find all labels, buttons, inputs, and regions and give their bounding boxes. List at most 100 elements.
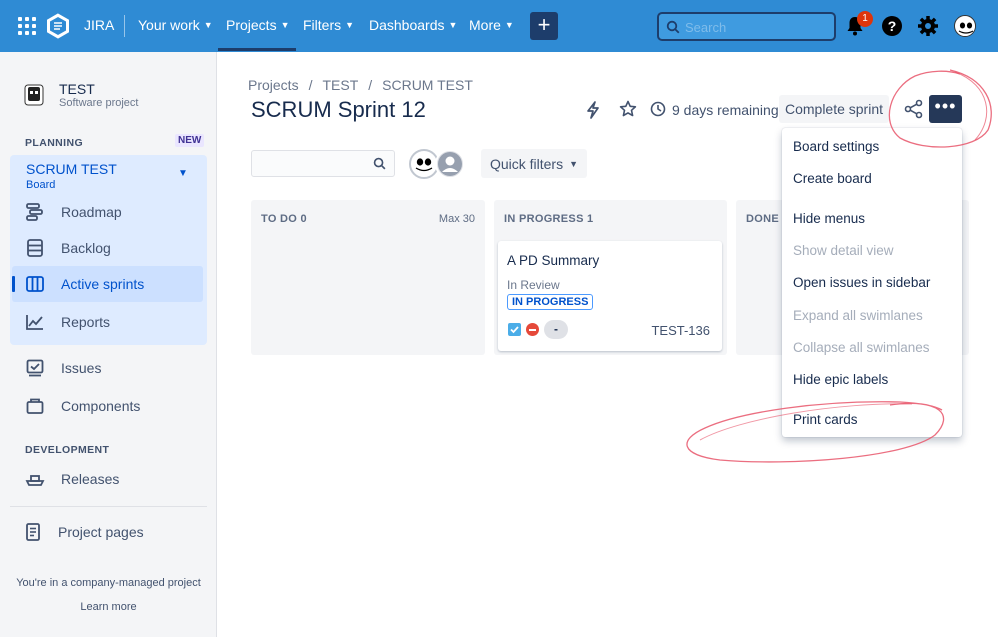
board-name[interactable]: SCRUM TEST: [26, 161, 117, 177]
task-type-icon: [508, 323, 521, 336]
sidebar-item-issues[interactable]: Issues: [25, 354, 101, 382]
breadcrumb-separator: /: [368, 77, 373, 93]
search-box[interactable]: [657, 12, 836, 41]
menu-item-create-board[interactable]: Create board: [793, 171, 872, 186]
more-actions-button[interactable]: •••: [929, 95, 962, 123]
menu-item-board-settings[interactable]: Board settings: [793, 139, 879, 154]
app-name[interactable]: JIRA: [84, 17, 114, 33]
top-navigation: JIRA Your work ▼ Projects ▼ Filters ▼ Dashb…: [0, 0, 998, 52]
breadcrumb-test[interactable]: TEST: [322, 77, 358, 93]
components-icon: [26, 398, 44, 414]
menu-item-hide-epic-labels[interactable]: Hide epic labels: [793, 372, 888, 387]
project-pages-icon: [26, 523, 40, 541]
jira-logo-icon[interactable]: [46, 13, 70, 39]
chevron-down-icon: ▼: [280, 20, 290, 30]
sidebar-item-releases-label: Releases: [61, 471, 120, 487]
project-name[interactable]: TEST: [59, 81, 95, 97]
create-button[interactable]: +: [530, 12, 558, 40]
sidebar-item-backlog-label: Backlog: [61, 240, 111, 256]
nav-dashboards-label: Dashboards: [369, 17, 445, 33]
development-section-title: DEVELOPMENT: [25, 444, 110, 456]
board-search-input[interactable]: [251, 150, 395, 177]
page-title: SCRUM Sprint 12: [251, 97, 426, 122]
board-columns-icon: [26, 276, 44, 292]
complete-sprint-button[interactable]: Complete sprint: [779, 95, 889, 123]
releases-ship-icon: [25, 475, 45, 486]
nav-more[interactable]: More ▼: [469, 17, 514, 33]
share-icon[interactable]: [904, 99, 924, 119]
sidebar-item-issues-label: Issues: [61, 360, 102, 376]
skull-face-icon: [957, 17, 975, 36]
app-switcher-icon[interactable]: [18, 17, 36, 35]
column-max: Max 30: [438, 213, 475, 225]
sidebar-item-roadmap-label: Roadmap: [61, 204, 122, 220]
issue-card[interactable]: A PD Summary In Review IN PROGRESS - TES…: [498, 241, 722, 351]
menu-item-show-detail-view: Show detail view: [793, 243, 894, 258]
chevron-down-icon: ▼: [504, 20, 514, 30]
sidebar-item-components[interactable]: Components: [25, 392, 140, 420]
settings-gear-icon[interactable]: [917, 15, 939, 37]
card-status: In Review: [507, 278, 560, 292]
sidebar-divider: [10, 506, 207, 507]
learn-more-link[interactable]: Learn more: [0, 601, 217, 613]
notification-count-badge: 1: [857, 11, 873, 27]
search-input[interactable]: [685, 18, 830, 36]
help-icon[interactable]: ?: [882, 16, 902, 36]
menu-item-print-cards[interactable]: Print cards: [793, 412, 858, 427]
nav-projects-label: Projects: [226, 17, 277, 33]
search-icon: [373, 157, 386, 170]
nav-your-work[interactable]: Your work ▼: [138, 17, 213, 33]
sidebar-item-releases[interactable]: Releases: [25, 465, 119, 493]
sidebar-item-roadmap[interactable]: Roadmap: [25, 198, 122, 226]
unassigned-avatar[interactable]: [435, 149, 465, 179]
status-lozenge: IN PROGRESS: [507, 294, 594, 310]
breadcrumb-scrum-test[interactable]: SCRUM TEST: [382, 77, 473, 93]
nav-filters-label: Filters: [303, 17, 342, 33]
sidebar-item-active-sprints-label: Active sprints: [61, 276, 145, 292]
sidebar-item-components-label: Components: [61, 398, 141, 414]
nav-your-work-label: Your work: [138, 17, 200, 33]
project-avatar-icon: [24, 84, 44, 106]
chevron-down-icon: ▼: [448, 20, 458, 30]
breadcrumb-separator: /: [308, 77, 313, 93]
chevron-down-icon[interactable]: ▼: [178, 168, 188, 179]
card-title: A PD Summary: [507, 253, 600, 268]
company-managed-note: You're in a company-managed project: [16, 577, 201, 589]
clock-icon: [650, 101, 666, 117]
nav-filters[interactable]: Filters ▼: [303, 17, 354, 33]
person-icon: [438, 152, 462, 176]
quick-filters-dropdown[interactable]: Quick filters ▼: [481, 149, 587, 178]
sidebar-item-reports[interactable]: Reports: [25, 308, 110, 336]
column-title: TO DO 0: [261, 213, 307, 225]
sidebar-item-project-pages[interactable]: Project pages: [24, 518, 144, 546]
skull-face-icon: [413, 153, 435, 175]
more-actions-menu: Board settings Create board Hide menus S…: [782, 128, 962, 437]
sidebar-item-project-pages-label: Project pages: [58, 524, 144, 540]
star-icon[interactable]: [619, 100, 637, 118]
sidebar-item-reports-label: Reports: [61, 314, 111, 330]
nav-dashboards[interactable]: Dashboards ▼: [369, 17, 457, 33]
nav-divider: [124, 15, 125, 37]
reports-chart-icon: [26, 315, 43, 330]
new-badge: NEW: [175, 134, 205, 147]
sidebar-item-backlog[interactable]: Backlog: [25, 234, 111, 262]
issue-key[interactable]: TEST-136: [651, 323, 710, 338]
quick-filters-label: Quick filters: [489, 155, 564, 172]
chevron-down-icon: ▼: [569, 158, 579, 169]
issues-icon: [26, 359, 44, 377]
nav-projects[interactable]: Projects ▼: [218, 17, 295, 51]
column-todo: TO DO 0 Max 30: [251, 200, 485, 355]
active-indicator: [12, 276, 15, 292]
story-points-badge: -: [544, 320, 568, 339]
automation-lightning-icon[interactable]: [585, 101, 601, 119]
breadcrumb: Projects / TEST / SCRUM TEST: [248, 77, 473, 93]
menu-item-hide-menus[interactable]: Hide menus: [793, 211, 865, 226]
planning-section-title: PLANNING: [25, 137, 84, 149]
menu-item-expand-swimlanes: Expand all swimlanes: [793, 308, 923, 323]
menu-item-open-issues-sidebar[interactable]: Open issues in sidebar: [793, 275, 930, 290]
breadcrumb-projects[interactable]: Projects: [248, 77, 299, 93]
column-title: IN PROGRESS 1: [504, 213, 594, 225]
user-avatar[interactable]: [954, 15, 976, 37]
sidebar-item-active-sprints[interactable]: Active sprints: [25, 270, 144, 298]
board-type: Board: [26, 179, 56, 191]
